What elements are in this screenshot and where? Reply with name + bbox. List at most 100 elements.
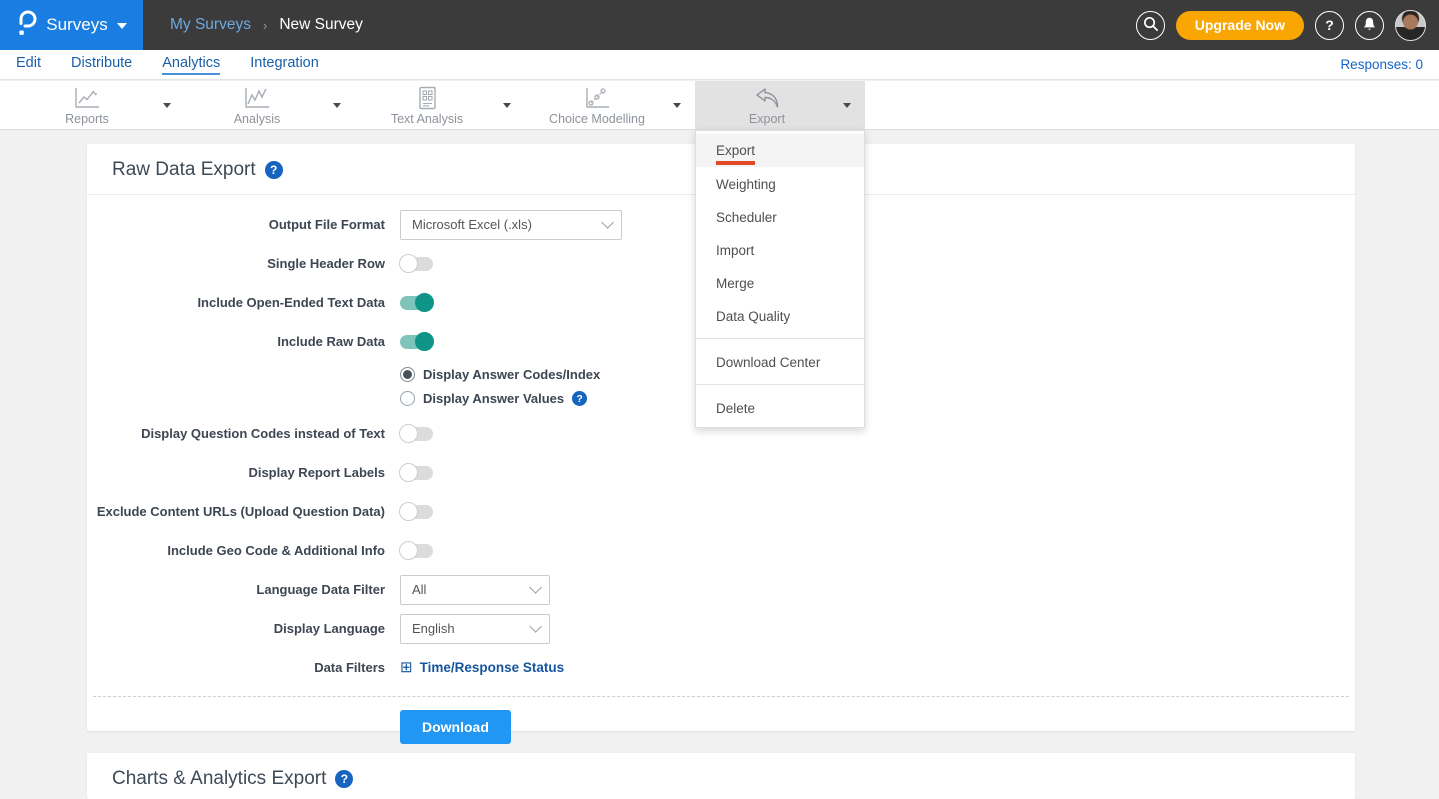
tab-distribute[interactable]: Distribute	[71, 55, 132, 75]
notifications-button[interactable]	[1355, 11, 1384, 40]
breadcrumb: My Surveys › New Survey	[170, 16, 363, 34]
toggle-knob	[399, 541, 418, 560]
reports-dropdown-caret[interactable]	[163, 103, 171, 108]
question-mark-icon: ?	[1325, 17, 1334, 33]
menu-item-download-center[interactable]: Download Center	[696, 345, 864, 378]
toolbar-item-analysis[interactable]: Analysis	[185, 81, 355, 130]
answer-display-radio-group: Display Answer Codes/Index Display Answe…	[400, 365, 600, 410]
toolbar-label: Reports	[65, 112, 109, 126]
product-switcher[interactable]: Surveys	[0, 0, 143, 50]
chevron-down-icon	[529, 581, 542, 594]
charts-export-help-icon[interactable]: ?	[335, 770, 353, 788]
chevron-down-icon	[601, 216, 614, 229]
toggle-knob	[399, 424, 418, 443]
raw-export-title: Raw Data Export	[112, 159, 256, 181]
display-language-select[interactable]: English	[400, 614, 550, 644]
text-analysis-icon	[415, 86, 439, 110]
report-labels-toggle[interactable]	[400, 466, 433, 480]
question-codes-toggle[interactable]	[400, 427, 433, 441]
geo-code-row: Include Geo Code & Additional Info	[87, 535, 1355, 566]
toolbar-item-export[interactable]: Export	[695, 81, 865, 130]
raw-export-help-icon[interactable]: ?	[265, 161, 283, 179]
tab-edit[interactable]: Edit	[16, 55, 41, 75]
menu-item-scheduler[interactable]: Scheduler	[696, 200, 864, 233]
product-label: Surveys	[46, 15, 107, 35]
export-dropdown-menu: Export Weighting Scheduler Import Merge …	[695, 130, 865, 428]
open-ended-toggle[interactable]	[400, 296, 433, 310]
output-format-label: Output File Format	[87, 217, 385, 232]
toolbar-item-text-analysis[interactable]: Text Analysis	[355, 81, 525, 130]
breadcrumb-separator-icon: ›	[263, 18, 267, 33]
search-button[interactable]	[1136, 11, 1165, 40]
toolbar-item-reports[interactable]: Reports	[15, 81, 185, 130]
report-labels-row: Display Report Labels	[87, 457, 1355, 488]
exclude-urls-row: Exclude Content URLs (Upload Question Da…	[87, 496, 1355, 527]
bell-icon	[1362, 16, 1377, 35]
data-filters-row: Data Filters ⊞ Time/Response Status	[87, 652, 1355, 683]
responses-count: Responses: 0	[1340, 57, 1423, 72]
menu-item-export[interactable]: Export	[696, 134, 864, 167]
chevron-down-icon	[117, 23, 127, 29]
toggle-knob	[399, 502, 418, 521]
download-button[interactable]: Download	[400, 710, 511, 744]
menu-item-delete[interactable]: Delete	[696, 391, 864, 424]
output-format-select[interactable]: Microsoft Excel (.xls)	[400, 210, 622, 240]
toolbar-label: Text Analysis	[391, 112, 463, 126]
answer-values-help-icon[interactable]: ?	[572, 391, 587, 406]
survey-tabs-bar: Edit Distribute Analytics Integration Re…	[0, 50, 1439, 80]
display-language-row: Display Language English	[87, 613, 1355, 644]
breadcrumb-my-surveys[interactable]: My Surveys	[170, 16, 251, 34]
menu-item-import[interactable]: Import	[696, 233, 864, 266]
answer-values-option[interactable]: Display Answer Values ?	[400, 391, 600, 406]
choice-modelling-dropdown-caret[interactable]	[673, 103, 681, 108]
help-button[interactable]: ?	[1315, 11, 1344, 40]
topbar-actions: Upgrade Now ?	[1136, 0, 1426, 50]
choice-modelling-icon	[583, 86, 611, 110]
toolbar-label: Choice Modelling	[549, 112, 645, 126]
download-row: Download	[87, 697, 1355, 744]
toggle-knob	[415, 293, 434, 312]
analysis-dropdown-caret[interactable]	[333, 103, 341, 108]
geo-code-toggle[interactable]	[400, 544, 433, 558]
upgrade-now-button[interactable]: Upgrade Now	[1176, 11, 1304, 40]
charts-export-title: Charts & Analytics Export	[112, 768, 326, 790]
charts-analytics-export-card: Charts & Analytics Export ?	[87, 753, 1355, 799]
toolbar-label: Export	[749, 112, 785, 126]
menu-divider	[696, 338, 864, 339]
output-format-value: Microsoft Excel (.xls)	[412, 217, 532, 232]
menu-item-merge[interactable]: Merge	[696, 266, 864, 299]
tab-integration[interactable]: Integration	[250, 55, 319, 75]
toolbar-label: Analysis	[234, 112, 281, 126]
charts-export-header: Charts & Analytics Export ?	[87, 753, 1355, 799]
breadcrumb-current-survey: New Survey	[279, 16, 363, 34]
search-icon	[1142, 15, 1159, 35]
user-avatar[interactable]	[1395, 10, 1426, 41]
export-dropdown-caret[interactable]	[843, 103, 851, 108]
reports-chart-icon	[72, 86, 102, 110]
analysis-chart-icon	[242, 86, 272, 110]
toggle-knob	[399, 254, 418, 273]
export-arrow-icon	[752, 86, 782, 110]
chevron-down-icon	[529, 620, 542, 633]
time-response-status-link[interactable]: ⊞ Time/Response Status	[400, 660, 564, 675]
single-header-toggle[interactable]	[400, 257, 433, 271]
plus-square-icon: ⊞	[400, 660, 413, 675]
raw-data-toggle[interactable]	[400, 335, 433, 349]
analytics-toolbar: Reports Analysis	[0, 81, 1439, 130]
menu-divider	[696, 384, 864, 385]
menu-item-data-quality[interactable]: Data Quality	[696, 299, 864, 332]
answer-codes-option[interactable]: Display Answer Codes/Index	[400, 367, 600, 382]
text-analysis-dropdown-caret[interactable]	[503, 103, 511, 108]
survey-tabs: Edit Distribute Analytics Integration	[16, 55, 319, 75]
exclude-urls-toggle[interactable]	[400, 505, 433, 519]
language-filter-row: Language Data Filter All	[87, 574, 1355, 605]
radio-button[interactable]	[400, 391, 415, 406]
language-filter-select[interactable]: All	[400, 575, 550, 605]
top-bar: Surveys My Surveys › New Survey Upgrade …	[0, 0, 1439, 50]
toolbar-item-choice-modelling[interactable]: Choice Modelling	[525, 81, 695, 130]
menu-item-weighting[interactable]: Weighting	[696, 167, 864, 200]
tab-analytics[interactable]: Analytics	[162, 55, 220, 75]
menu-item-label: Export	[716, 143, 755, 165]
toggle-knob	[415, 332, 434, 351]
radio-button[interactable]	[400, 367, 415, 382]
